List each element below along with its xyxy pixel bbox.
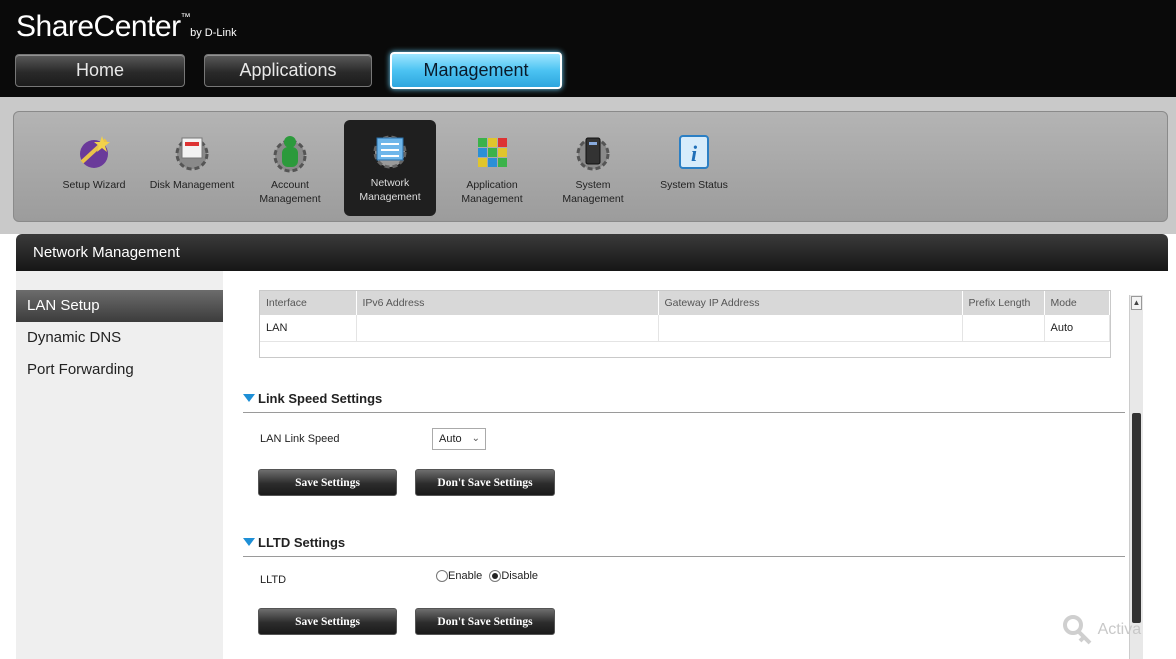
vertical-scrollbar[interactable]: ▲ [1129,295,1143,659]
top-header: ShareCenter™by D-Link Home Applications … [0,0,1176,97]
lltd-dont-save-settings-button[interactable]: Don't Save Settings [415,608,555,635]
toolbar-item-system-status[interactable]: i System Status [648,122,740,214]
lltd-radio-group: Enable Disable [436,570,542,583]
collapse-triangle-icon[interactable] [243,538,255,546]
cell-gateway [658,315,963,342]
app-grid-icon [478,138,507,167]
svg-text:i: i [691,141,698,166]
info-icon: i [679,135,709,169]
save-settings-button[interactable]: Save Settings [258,469,397,496]
column-header-ipv6-address: IPv6 Address [356,291,659,315]
toolbar-item-application-management[interactable]: Application Management [446,122,538,214]
toolbar-item-network-management[interactable]: Network Management [344,120,436,216]
scroll-thumb[interactable] [1132,413,1141,623]
ipv6-table: Interface IPv6 Address Gateway IP Addres… [259,290,1111,358]
toolbar-item-setup-wizard[interactable]: Setup Wizard [48,122,140,214]
section-link-speed: Link Speed Settings [243,388,1125,413]
lltd-enable-label: Enable [448,570,483,583]
dont-save-settings-button[interactable]: Don't Save Settings [415,469,555,496]
panel-title: Network Management [16,234,1168,271]
tab-applications[interactable]: Applications [204,54,372,87]
content-area: Interface IPv6 Address Gateway IP Addres… [223,271,1168,659]
column-header-interface: Interface [260,291,357,315]
table-row: LAN Auto [260,315,1110,342]
sharecenter-logo: ShareCenter™by D-Link [16,10,237,43]
sidebar-item-port-forwarding[interactable]: Port Forwarding [16,354,223,386]
cell-prefix [962,315,1045,342]
sidebar-item-lan-setup[interactable]: LAN Setup [16,290,223,322]
lan-link-speed-label: LAN Link Speed [260,433,340,445]
activation-watermark: Activa [1060,613,1176,653]
system-gear-icon [576,137,610,171]
lltd-disable-label: Disable [501,570,539,583]
toolbar-item-system-management[interactable]: System Management [547,122,639,214]
column-header-prefix-length: Prefix Length [962,291,1045,315]
disk-gear-icon [175,137,209,171]
cell-ipv6 [356,315,659,342]
account-gear-icon [273,136,307,173]
management-toolbar: Setup Wizard Disk Management Account Man… [13,111,1168,222]
link-speed-select[interactable]: Auto ⌄ [432,428,486,450]
sidebar: LAN Setup Dynamic DNS Port Forwarding [16,271,223,659]
toolbar-item-disk-management[interactable]: Disk Management [146,122,238,214]
collapse-triangle-icon[interactable] [243,394,255,402]
column-header-gateway: Gateway IP Address [658,291,963,315]
section-lltd: LLTD Settings [243,532,1125,557]
chevron-down-icon: ⌄ [471,433,480,444]
lltd-label: LLTD [260,574,287,586]
wizard-icon [80,136,110,168]
cell-mode: Auto [1044,315,1110,342]
cell-interface: LAN [260,315,357,342]
column-header-mode: Mode [1044,291,1110,315]
toolbar-area: Setup Wizard Disk Management Account Man… [0,97,1176,234]
sidebar-item-dynamic-dns[interactable]: Dynamic DNS [16,322,223,354]
key-icon [1063,615,1092,645]
toolbar-item-account-management[interactable]: Account Management [244,122,336,214]
network-gear-icon [373,135,407,169]
tab-home[interactable]: Home [15,54,185,87]
scroll-up-arrow-icon[interactable]: ▲ [1131,296,1142,310]
lltd-enable-radio[interactable] [436,570,448,583]
lltd-save-settings-button[interactable]: Save Settings [258,608,397,635]
lltd-disable-radio[interactable] [489,570,502,583]
tab-management[interactable]: Management [390,52,562,89]
